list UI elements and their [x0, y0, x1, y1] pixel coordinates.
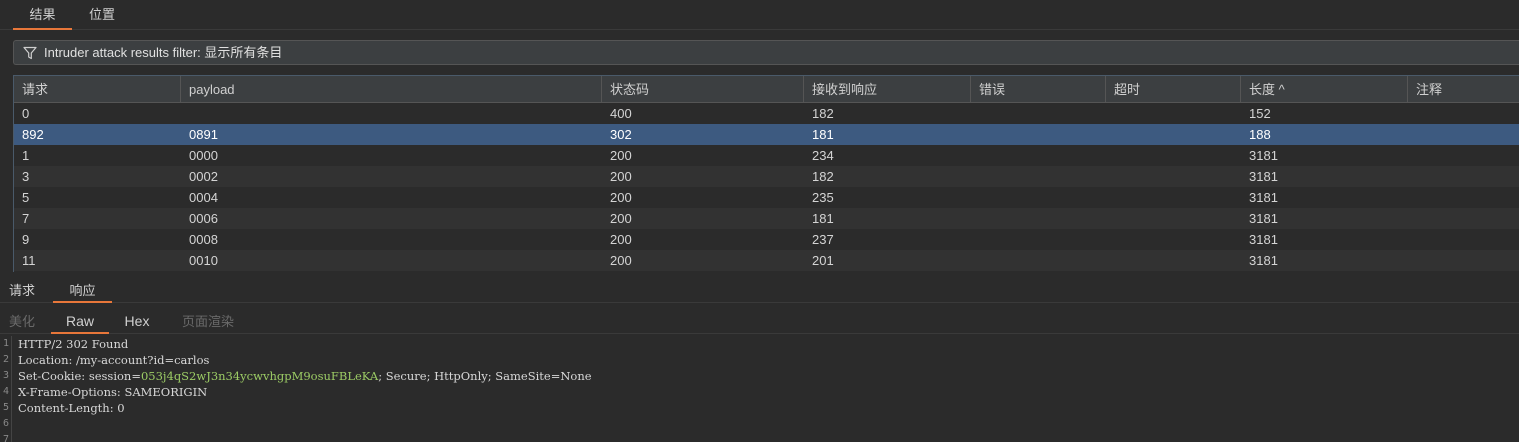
results-table: 请求 payload 状态码 接收到响应 错误 超时 长度 ^ 注释 0 400…	[13, 75, 1519, 272]
table-body: 0 400 182 152 892 0891 302 181 188 1 000…	[14, 103, 1519, 271]
filter-text: Intruder attack results filter: 显示所有条目	[44, 45, 283, 60]
set-cookie-prefix: Set-Cookie: session=	[18, 369, 141, 383]
cell-payload: 0006	[189, 211, 218, 226]
table-header: 请求 payload 状态码 接收到响应 错误 超时 长度 ^ 注释	[14, 76, 1519, 103]
cell-received: 201	[812, 253, 834, 268]
line-number-gutter: 1 2 3 4 5 6 7	[0, 336, 12, 442]
tab-raw[interactable]: Raw	[51, 309, 109, 334]
tab-request[interactable]: 请求	[0, 278, 44, 303]
cell-length: 3181	[1249, 232, 1278, 247]
cell-received: 237	[812, 232, 834, 247]
cell-request: 11	[22, 253, 36, 268]
set-cookie-suffix: ; Secure; HttpOnly; SameSite=None	[378, 369, 592, 383]
cell-request: 9	[22, 232, 30, 247]
cell-request: 892	[22, 127, 44, 142]
cell-status: 200	[610, 211, 632, 226]
table-row-selected[interactable]: 892 0891 302 181 188	[14, 124, 1519, 145]
cell-received: 234	[812, 148, 834, 163]
filter-icon	[23, 46, 37, 60]
cell-request: 5	[22, 190, 30, 205]
cell-status: 302	[610, 127, 632, 142]
tab-positions[interactable]: 位置	[76, 0, 128, 30]
header-content-length: Content-Length: 0	[18, 401, 125, 415]
column-header-status-code[interactable]: 状态码	[602, 76, 804, 103]
cell-received: 235	[812, 190, 834, 205]
cell-payload: 0010	[189, 253, 218, 268]
cell-length: 3181	[1249, 169, 1278, 184]
line-number: 7	[2, 434, 9, 442]
cell-request: 7	[22, 211, 30, 226]
column-header-length[interactable]: 长度 ^	[1241, 76, 1408, 103]
cell-length: 152	[1249, 106, 1271, 121]
tab-results[interactable]: 结果	[13, 0, 72, 30]
cell-status: 200	[610, 190, 632, 205]
column-header-payload[interactable]: payload	[181, 76, 602, 103]
table-row[interactable]: 1 0000 200 234 3181	[14, 145, 1519, 166]
column-header-comment[interactable]: 注释	[1408, 76, 1519, 103]
table-row[interactable]: 0 400 182 152	[14, 103, 1519, 124]
header-set-cookie: Set-Cookie: session=053j4qS2wJ3n34ycwvhg…	[18, 368, 592, 384]
cell-status: 400	[610, 106, 632, 121]
line-number: 6	[2, 418, 9, 429]
empty-line	[18, 432, 592, 442]
column-header-timeout[interactable]: 超时	[1106, 76, 1241, 103]
line-number: 4	[2, 386, 9, 397]
cell-payload: 0004	[189, 190, 218, 205]
cell-request: 0	[22, 106, 30, 121]
cell-received: 181	[812, 211, 834, 226]
view-mode-tabbar: 美化 Raw Hex 页面渲染	[0, 309, 1519, 334]
cell-payload: 0008	[189, 232, 218, 247]
cell-status: 200	[610, 169, 632, 184]
cell-length: 188	[1249, 127, 1271, 142]
response-editor[interactable]: 1 2 3 4 5 6 7 HTTP/2 302 Found Location:…	[0, 336, 1519, 442]
table-row[interactable]: 7 0006 200 181 3181	[14, 208, 1519, 229]
empty-line	[18, 416, 592, 432]
request-response-tabbar: 请求 响应	[0, 278, 1519, 303]
line-number: 2	[2, 354, 9, 365]
cell-status: 200	[610, 232, 632, 247]
results-positions-tabbar: 结果 位置	[0, 0, 1519, 30]
cell-length: 3181	[1249, 148, 1278, 163]
cell-received: 181	[812, 127, 834, 142]
line-number: 5	[2, 402, 9, 413]
cell-received: 182	[812, 169, 834, 184]
column-header-response-received[interactable]: 接收到响应	[804, 76, 971, 103]
session-cookie-value: 053j4qS2wJ3n34ycwvhgpM9osuFBLeKA	[140, 369, 379, 383]
column-header-error[interactable]: 错误	[971, 76, 1106, 103]
table-row[interactable]: 3 0002 200 182 3181	[14, 166, 1519, 187]
header-x-frame-options: X-Frame-Options: SAMEORIGIN	[18, 385, 208, 399]
tab-hex[interactable]: Hex	[114, 309, 160, 334]
cell-length: 3181	[1249, 253, 1278, 268]
cell-request: 1	[22, 148, 30, 163]
header-location: Location: /my-account?id=carlos	[18, 353, 210, 367]
cell-payload: 0000	[189, 148, 218, 163]
cell-length: 3181	[1249, 211, 1278, 226]
cell-payload: 0002	[189, 169, 218, 184]
table-row[interactable]: 5 0004 200 235 3181	[14, 187, 1519, 208]
table-row[interactable]: 9 0008 200 237 3181	[14, 229, 1519, 250]
response-code: HTTP/2 302 Found Location: /my-account?i…	[18, 336, 592, 442]
results-filter-bar[interactable]: Intruder attack results filter: 显示所有条目	[13, 40, 1519, 65]
tab-response[interactable]: 响应	[53, 278, 112, 303]
tab-render: 页面渲染	[181, 314, 234, 329]
line-number: 1	[2, 338, 9, 349]
cell-payload: 0891	[189, 127, 218, 142]
column-header-request[interactable]: 请求	[14, 76, 181, 103]
table-row[interactable]: 11 0010 200 201 3181	[14, 250, 1519, 271]
cell-payload	[181, 103, 189, 124]
status-line: HTTP/2 302 Found	[18, 337, 129, 351]
tab-pretty: 美化	[8, 314, 35, 329]
cell-status: 200	[610, 253, 632, 268]
cell-request: 3	[22, 169, 30, 184]
line-number: 3	[2, 370, 9, 381]
cell-status: 200	[610, 148, 632, 163]
cell-received: 182	[812, 106, 834, 121]
cell-length: 3181	[1249, 190, 1278, 205]
